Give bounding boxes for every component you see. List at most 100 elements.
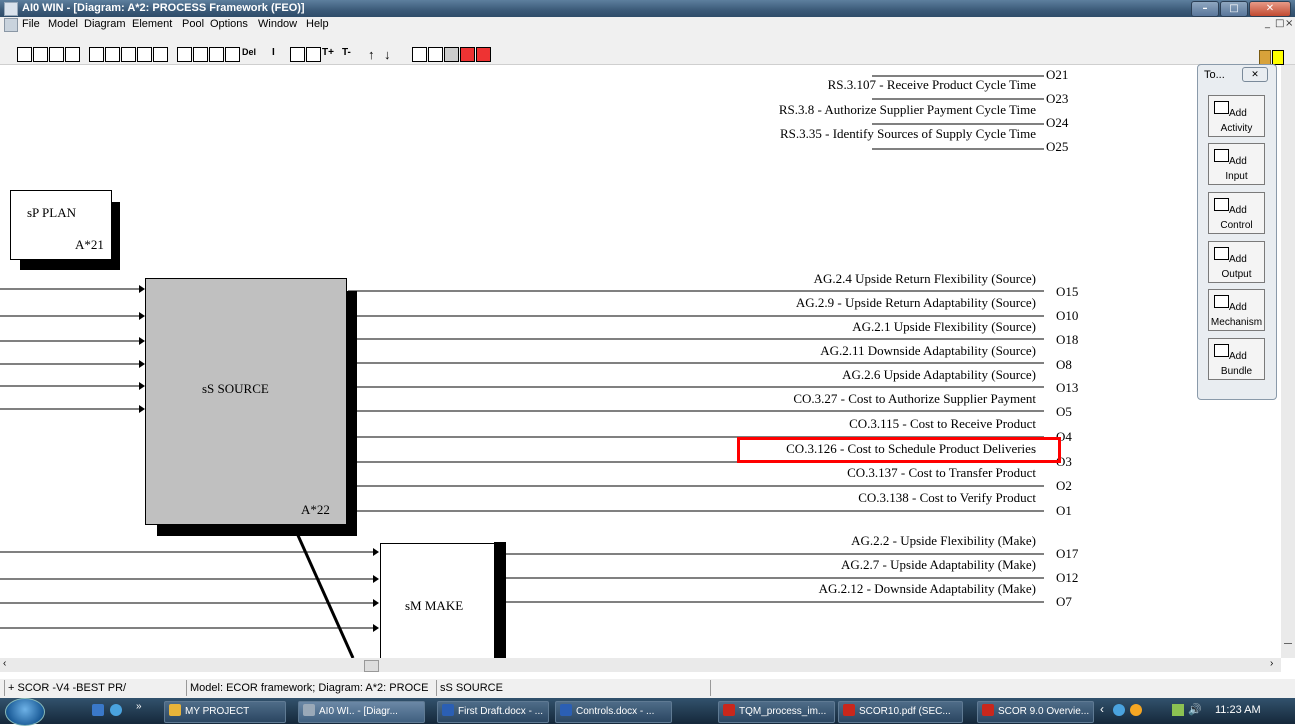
show-desktop-icon[interactable]	[92, 704, 104, 716]
add-mechanism-button[interactable]: Add Mechanism	[1208, 289, 1265, 331]
vertical-scrollbar[interactable]	[1281, 65, 1295, 658]
status-pool[interactable]: + SCOR -V4 -BEST PR/	[4, 680, 183, 696]
clock[interactable]: 11:23 AM	[1215, 704, 1261, 716]
grid-red-alt-icon[interactable]	[476, 47, 491, 62]
output-label[interactable]: RS.3.8 - Authorize Supplier Payment Cycl…	[779, 102, 1036, 118]
split-icon[interactable]	[209, 47, 224, 62]
text-cursor-button[interactable]: I	[272, 47, 275, 58]
source-activity-box[interactable]: sS SOURCE A*22	[145, 278, 347, 525]
menu-model[interactable]: Model	[48, 18, 78, 30]
bundle-icon[interactable]	[193, 47, 208, 62]
output-label[interactable]: AG.2.6 Upside Adaptability (Source)	[842, 367, 1036, 383]
list-view-icon[interactable]	[412, 47, 427, 62]
plan-activity-box[interactable]: sP PLAN A*21	[10, 190, 112, 260]
grid-icon[interactable]	[444, 47, 459, 62]
add-control-icon[interactable]	[121, 47, 136, 62]
close-button[interactable]: ✕	[1249, 1, 1291, 17]
print-icon[interactable]	[65, 47, 80, 62]
help-icon[interactable]	[1272, 50, 1284, 65]
zoom-out-icon[interactable]	[306, 47, 321, 62]
tray-expand-icon[interactable]: ‹	[1100, 702, 1104, 716]
delete-button[interactable]: Del	[242, 47, 256, 57]
open-icon[interactable]	[33, 47, 48, 62]
scroll-down-icon[interactable]	[1284, 643, 1292, 644]
text-smaller-button[interactable]: T-	[342, 47, 351, 58]
output-label[interactable]: AG.2.1 Upside Flexibility (Source)	[852, 319, 1036, 335]
output-code: O15	[1056, 284, 1079, 299]
mdi-minimize-icon[interactable]: _	[1265, 18, 1270, 29]
output-label[interactable]: CO.3.27 - Cost to Authorize Supplier Pay…	[793, 391, 1036, 407]
menu-window[interactable]: Window	[258, 18, 297, 30]
add-input-icon[interactable]	[105, 47, 120, 62]
maximize-button[interactable]: □	[1220, 1, 1248, 17]
add-input-button[interactable]: Add Input	[1208, 143, 1265, 185]
output-label[interactable]: CO.3.138 - Cost to Verify Product	[858, 490, 1036, 506]
add-mechanism-icon[interactable]	[153, 47, 168, 62]
zoom-in-icon[interactable]	[290, 47, 305, 62]
menu-element[interactable]: Element	[132, 18, 172, 30]
menu-diagram[interactable]: Diagram	[84, 18, 126, 30]
output-label[interactable]: AG.2.4 Upside Return Flexibility (Source…	[814, 271, 1036, 287]
output-label[interactable]: AG.2.2 - Upside Flexibility (Make)	[851, 533, 1036, 549]
output-label[interactable]: AG.2.9 - Upside Return Adaptability (Sou…	[796, 295, 1036, 311]
horizontal-scrollbar[interactable]: ‹ ›	[0, 658, 1281, 672]
pdf-icon	[843, 704, 855, 716]
task-scor10[interactable]: SCOR10.pdf (SEC...	[838, 701, 963, 723]
app-icon[interactable]	[4, 2, 18, 16]
arrow-up-icon[interactable]: ↑	[368, 47, 375, 62]
minimize-button[interactable]: –	[1191, 1, 1219, 17]
tree-view-icon[interactable]	[428, 47, 443, 62]
volume-icon[interactable]: 🔊	[1188, 703, 1202, 716]
document-icon[interactable]	[4, 18, 18, 32]
menu-pool[interactable]: Pool	[182, 18, 204, 30]
input-arrow	[373, 624, 379, 632]
add-output-button[interactable]: Add Output	[1208, 241, 1265, 283]
task-controls[interactable]: Controls.docx - ...	[555, 701, 672, 723]
add-activity-button[interactable]: Add Activity	[1208, 95, 1265, 137]
tray-alert-icon[interactable]	[1130, 704, 1142, 716]
menu-file[interactable]: File	[22, 18, 40, 30]
palette-close-icon[interactable]: ✕	[1242, 67, 1268, 82]
browser-icon[interactable]	[110, 704, 122, 716]
list-icon[interactable]	[225, 47, 240, 62]
output-label[interactable]: AG.2.12 - Downside Adaptability (Make)	[819, 581, 1036, 597]
tunnel-icon[interactable]	[177, 47, 192, 62]
output-label[interactable]: CO.3.115 - Cost to Receive Product	[849, 416, 1036, 432]
network-icon[interactable]	[1172, 704, 1184, 716]
menu-options[interactable]: Options	[210, 18, 248, 30]
start-button[interactable]	[5, 698, 45, 726]
output-label[interactable]: RS.3.35 - Identify Sources of Supply Cyc…	[780, 126, 1036, 142]
output-label[interactable]: AG.2.7 - Upside Adaptability (Make)	[841, 557, 1036, 573]
save-icon[interactable]	[49, 47, 64, 62]
output-label[interactable]: CO.3.137 - Cost to Transfer Product	[847, 465, 1036, 481]
add-control-button[interactable]: Add Control	[1208, 192, 1265, 234]
task-first-draft[interactable]: First Draft.docx - ...	[437, 701, 549, 723]
scroll-left-icon[interactable]: ‹	[3, 658, 6, 669]
task-scor9[interactable]: SCOR 9.0 Overvie...	[977, 701, 1094, 723]
new-icon[interactable]	[17, 47, 32, 62]
task-my-project[interactable]: MY PROJECT	[164, 701, 286, 723]
tray-app-icon[interactable]	[1113, 704, 1125, 716]
scroll-right-icon[interactable]: ›	[1270, 658, 1273, 669]
tool-icon[interactable]	[1259, 50, 1271, 65]
output-label[interactable]: RS.3.107 - Receive Product Cycle Time	[828, 77, 1036, 93]
tool-palette[interactable]: To... ✕ Add Activity Add Input Add Control …	[1197, 64, 1277, 400]
task-ai0-win[interactable]: AI0 WI.. - [Diagr...	[298, 701, 425, 723]
diagram-canvas[interactable]: O21 RS.3.107 - Receive Product Cycle Tim…	[0, 65, 1281, 658]
mdi-close-icon[interactable]: ×	[1285, 18, 1293, 29]
make-activity-box[interactable]: sM MAKE	[380, 543, 495, 658]
mdi-restore-icon[interactable]: □	[1275, 18, 1284, 29]
task-tqm[interactable]: TQM_process_im...	[718, 701, 835, 723]
activity-name: sM MAKE	[405, 598, 464, 613]
add-bundle-button[interactable]: Add Bundle	[1208, 338, 1265, 380]
more-icon[interactable]: »	[136, 701, 142, 712]
add-activity-icon[interactable]	[89, 47, 104, 62]
grid-red-icon[interactable]	[460, 47, 475, 62]
menu-help[interactable]: Help	[306, 18, 329, 30]
arrow-down-icon[interactable]: ↓	[384, 47, 391, 62]
activity-id: A*21	[75, 237, 104, 252]
text-bigger-button[interactable]: T+	[322, 47, 334, 58]
add-output-icon[interactable]	[137, 47, 152, 62]
output-label[interactable]: AG.2.11 Downside Adaptability (Source)	[820, 343, 1036, 359]
scroll-thumb[interactable]	[364, 660, 379, 672]
